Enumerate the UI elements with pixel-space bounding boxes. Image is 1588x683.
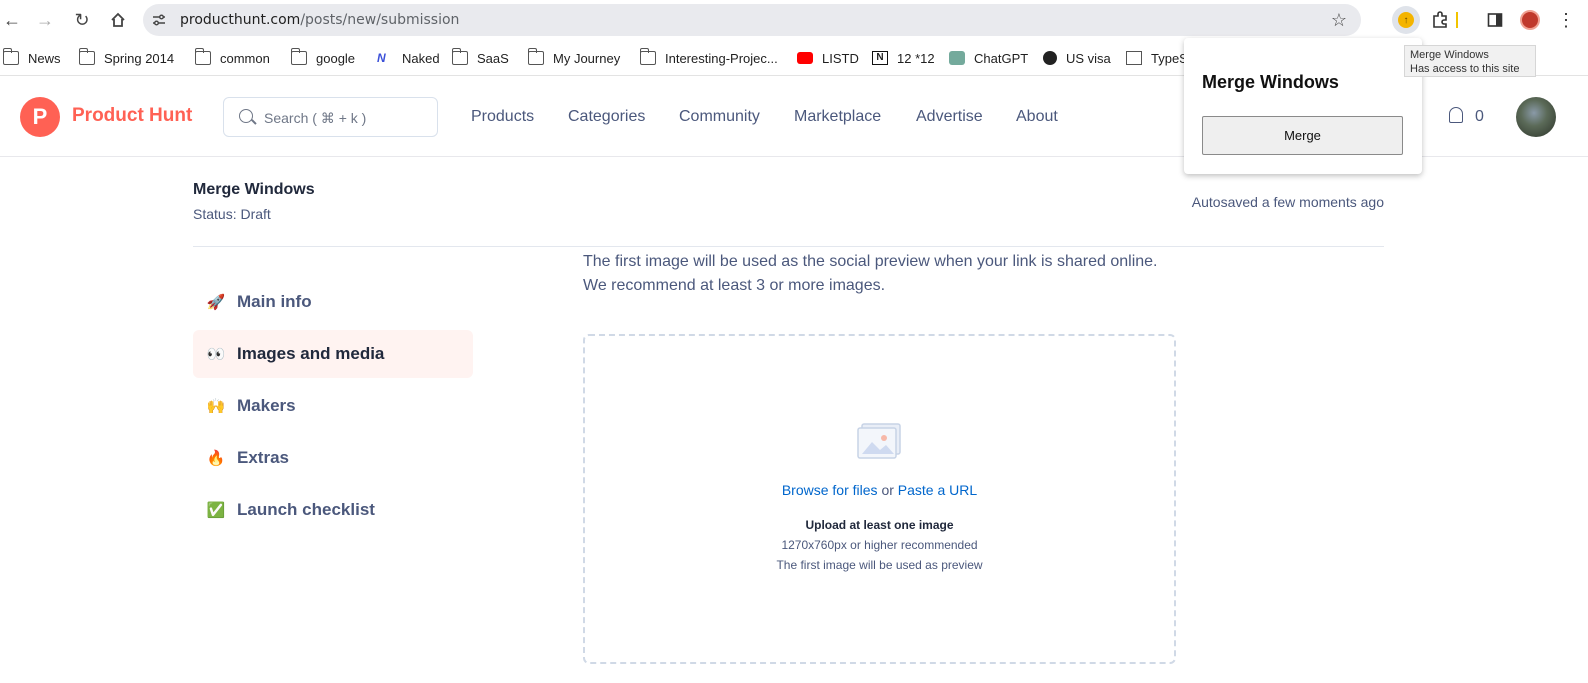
- home-icon[interactable]: [106, 8, 130, 32]
- toolbar-divider: [1456, 12, 1458, 28]
- bookmark-item[interactable]: Interesting-Projec...: [639, 48, 778, 67]
- raised-hands-icon: 🙌: [206, 398, 226, 415]
- search-input[interactable]: Search ( ⌘ + k ): [223, 97, 438, 137]
- section-divider: [193, 246, 1384, 247]
- fire-icon: 🔥: [206, 450, 226, 467]
- paste-url-link[interactable]: Paste a URL: [898, 482, 977, 498]
- url-text: producthunt.com/posts/new/submission: [180, 12, 460, 28]
- extension-tooltip: Merge Windows Has access to this site: [1404, 45, 1536, 77]
- bookmark-item[interactable]: News: [2, 48, 61, 67]
- bookmark-item[interactable]: SaaS: [451, 48, 509, 67]
- image-placeholder-icon: [857, 423, 901, 459]
- tooltip-access: Has access to this site: [1410, 63, 1520, 75]
- sidebar-item-images-and-media[interactable]: 👀 Images and media: [193, 330, 473, 378]
- media-intro-line-2: We recommend at least 3 or more images.: [583, 277, 886, 294]
- search-icon: [239, 109, 253, 123]
- autosave-status: Autosaved a few moments ago: [1191, 194, 1384, 210]
- sidebar-item-label: Extras: [237, 448, 289, 467]
- tooltip-title: Merge Windows: [1410, 49, 1489, 61]
- extension-popup: Merge Windows Merge: [1184, 38, 1422, 174]
- bookmark-item[interactable]: common: [194, 48, 270, 67]
- back-icon[interactable]: ←: [0, 8, 24, 32]
- nav-products[interactable]: Products: [471, 108, 534, 126]
- search-placeholder: Search ( ⌘ + k ): [264, 110, 367, 126]
- product-hunt-logo[interactable]: P: [20, 97, 60, 137]
- profile-avatar-icon[interactable]: [1518, 8, 1542, 32]
- post-title: Merge Windows: [193, 181, 315, 198]
- check-mark-icon: ✅: [206, 502, 226, 519]
- media-intro: The first image will be used as the soci…: [583, 250, 1203, 298]
- folder-icon: [78, 48, 95, 65]
- popup-title: Merge Windows: [1202, 72, 1339, 92]
- browser-menu-icon[interactable]: ⋮: [1554, 8, 1578, 32]
- chatgpt-icon: [949, 51, 965, 65]
- nav-about[interactable]: About: [1016, 108, 1058, 126]
- folder-icon: [451, 48, 468, 65]
- bookmark-item[interactable]: My Journey: [527, 48, 620, 67]
- image-dropzone[interactable]: Browse for files or Paste a URL Upload a…: [583, 334, 1176, 664]
- upload-requirement: Upload at least one image: [805, 518, 954, 532]
- sidebar-item-makers[interactable]: 🙌 Makers: [193, 382, 473, 430]
- upload-links: Browse for files or Paste a URL: [585, 482, 1174, 498]
- merge-windows-extension-icon[interactable]: ↑: [1392, 6, 1420, 34]
- notion-icon: N: [872, 51, 888, 65]
- sidebar-item-label: Launch checklist: [237, 500, 375, 519]
- merge-button[interactable]: Merge: [1202, 116, 1403, 155]
- eyes-icon: 👀: [206, 346, 226, 363]
- browse-files-link[interactable]: Browse for files: [782, 482, 878, 498]
- brand-name[interactable]: Product Hunt: [72, 105, 192, 127]
- bookmark-item[interactable]: N Naked: [377, 49, 440, 67]
- sidebar-item-launch-checklist[interactable]: ✅ Launch checklist: [193, 486, 473, 534]
- sidebar-item-extras[interactable]: 🔥 Extras: [193, 434, 473, 482]
- bookmark-item[interactable]: N 12 *12: [872, 49, 935, 67]
- bookmark-item[interactable]: Spring 2014: [78, 48, 174, 67]
- address-bar[interactable]: producthunt.com/posts/new/submission ☆: [143, 4, 1361, 36]
- sidebar-item-main-info[interactable]: 🚀 Main info: [193, 278, 473, 326]
- side-panel-icon[interactable]: [1483, 8, 1507, 32]
- upload-preview-hint: The first image will be used as preview: [776, 558, 983, 572]
- forward-icon[interactable]: →: [33, 8, 57, 32]
- nav-categories[interactable]: Categories: [568, 108, 645, 126]
- reload-icon[interactable]: ↻: [70, 8, 94, 32]
- bookmark-item[interactable]: google: [290, 48, 355, 67]
- or-text: or: [881, 482, 894, 498]
- notification-count[interactable]: 0: [1475, 108, 1484, 126]
- naked-icon: N: [377, 51, 386, 65]
- upload-size-hint: 1270x760px or higher recommended: [781, 538, 978, 552]
- bookmark-item[interactable]: US visa: [1043, 49, 1111, 67]
- extensions-puzzle-icon[interactable]: [1428, 8, 1452, 32]
- nav-marketplace[interactable]: Marketplace: [794, 108, 881, 126]
- bookmark-item[interactable]: TypeS: [1126, 49, 1188, 67]
- youtube-icon: [797, 52, 813, 64]
- nav-community[interactable]: Community: [679, 108, 760, 126]
- rocket-icon: 🚀: [206, 294, 226, 311]
- notification-bell-icon[interactable]: [1449, 107, 1463, 123]
- user-avatar[interactable]: [1516, 97, 1556, 137]
- post-status: Status: Draft: [193, 206, 271, 222]
- media-intro-line-1: The first image will be used as the soci…: [583, 253, 1158, 270]
- folder-icon: [290, 48, 307, 65]
- folder-icon: [527, 48, 544, 65]
- site-settings-icon[interactable]: [151, 12, 167, 28]
- folder-icon: [194, 48, 211, 65]
- nav-advertise[interactable]: Advertise: [916, 108, 983, 126]
- store-icon: [1126, 51, 1142, 65]
- bookmark-item[interactable]: ChatGPT: [949, 49, 1028, 67]
- bookmark-item[interactable]: LISTD: [797, 49, 859, 67]
- browser-toolbar: ← → ↻ producthunt.com/posts/new/submissi…: [0, 0, 1588, 40]
- bookmark-star-icon[interactable]: ☆: [1331, 10, 1347, 31]
- globe-icon: [1043, 51, 1057, 65]
- sidebar-item-label: Makers: [237, 396, 296, 415]
- sidebar-item-label: Images and media: [237, 344, 385, 363]
- folder-icon: [2, 48, 19, 65]
- sidebar-item-label: Main info: [237, 292, 312, 311]
- folder-icon: [639, 48, 656, 65]
